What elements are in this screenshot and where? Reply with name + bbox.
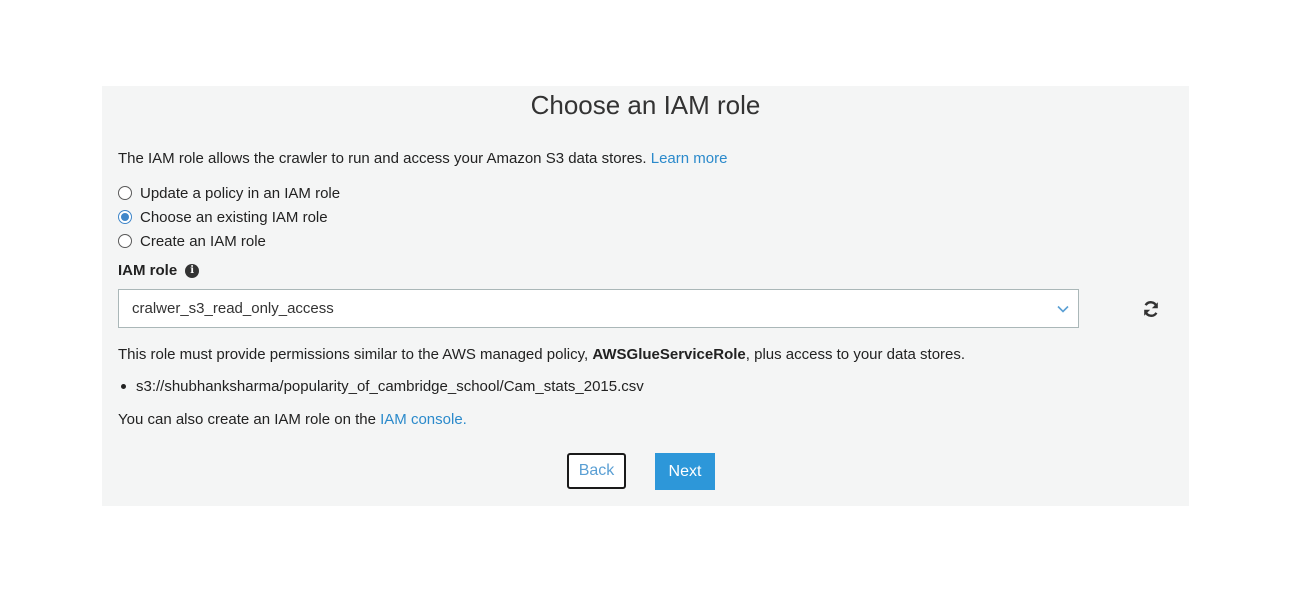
option-label: Update a policy in an IAM role — [140, 184, 341, 202]
iam-console-prefix: You can also create an IAM role on the — [118, 411, 381, 428]
policy-note-suffix: , plus access to your data stores. — [745, 346, 966, 363]
option-label: Choose an existing IAM role — [140, 208, 328, 226]
radio-create-role[interactable] — [118, 234, 132, 248]
iam-role-label-text: IAM role — [118, 262, 178, 279]
data-store-path: s3://shubhanksharma/popularity_of_cambri… — [136, 378, 644, 395]
policy-note: This role must provide permissions simil… — [118, 346, 965, 363]
option-label: Create an IAM role — [140, 232, 266, 250]
option-choose-existing[interactable]: Choose an existing IAM role — [118, 207, 328, 227]
next-button[interactable]: Next — [655, 453, 715, 490]
iam-role-select[interactable]: cralwer_s3_read_only_access — [118, 289, 1079, 328]
chevron-down-icon — [1048, 305, 1078, 313]
back-button[interactable]: Back — [567, 453, 626, 489]
iam-console-text: You can also create an IAM role on the I… — [118, 411, 467, 428]
policy-name: AWSGlueServiceRole — [592, 346, 746, 363]
option-update-policy[interactable]: Update a policy in an IAM role — [118, 183, 340, 203]
data-store-list: s3://shubhanksharma/popularity_of_cambri… — [118, 378, 644, 395]
info-icon[interactable]: i — [185, 263, 200, 278]
learn-more-link[interactable]: Learn more — [651, 150, 728, 167]
refresh-icon[interactable] — [1141, 299, 1161, 319]
page-title: Choose an IAM role — [530, 90, 761, 120]
radio-update-policy[interactable] — [118, 186, 132, 200]
intro-text: The IAM role allows the crawler to run a… — [118, 150, 727, 167]
iam-role-label: IAM role i — [118, 262, 200, 279]
bullet-icon — [121, 384, 126, 389]
iam-console-link[interactable]: IAM console. — [380, 411, 467, 428]
option-create-role[interactable]: Create an IAM role — [118, 231, 266, 251]
iam-role-panel: Choose an IAM role The IAM role allows t… — [102, 86, 1189, 506]
policy-note-prefix: This role must provide permissions simil… — [118, 346, 593, 363]
intro-description: The IAM role allows the crawler to run a… — [118, 150, 651, 167]
radio-choose-existing[interactable] — [118, 210, 132, 224]
list-item: s3://shubhanksharma/popularity_of_cambri… — [118, 378, 644, 395]
iam-role-select-value: cralwer_s3_read_only_access — [132, 300, 334, 317]
